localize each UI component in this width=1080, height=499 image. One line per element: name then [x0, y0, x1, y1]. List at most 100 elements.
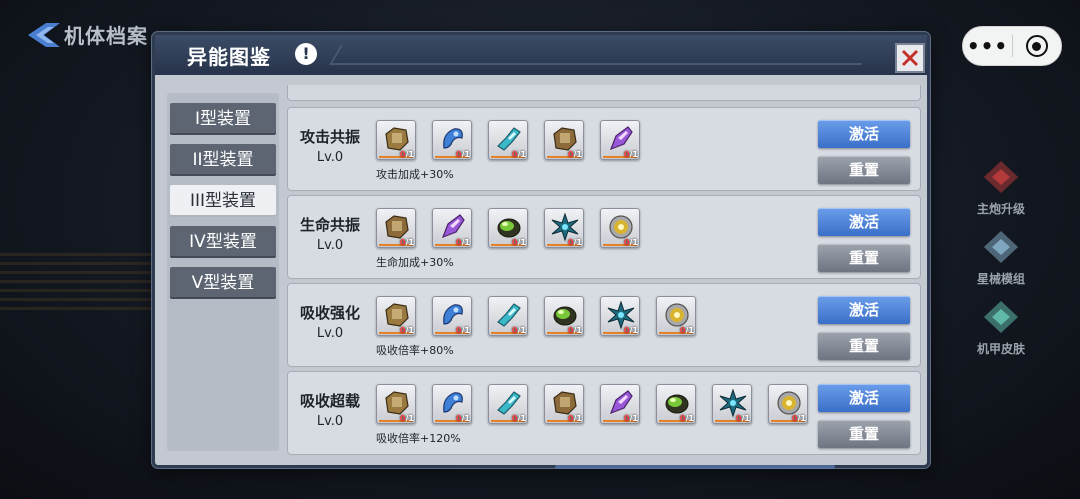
back-arrow-icon	[28, 22, 60, 47]
tab-device-type[interactable]: IV型装置	[170, 226, 276, 258]
close-icon	[901, 49, 919, 67]
device-item-slot[interactable]: 0/1	[432, 296, 472, 336]
device-item-slot[interactable]: 0/1	[600, 384, 640, 424]
device-item-slot[interactable]: 0/1	[544, 208, 584, 248]
item-required: /1	[461, 326, 471, 335]
item-count: 0/1	[456, 238, 470, 247]
device-item-slot[interactable]: 0/1	[432, 384, 472, 424]
activate-button[interactable]: 激活	[818, 120, 910, 148]
tab-device-type[interactable]: III型装置	[170, 185, 276, 217]
item-required: /1	[629, 238, 639, 247]
device-item-slot[interactable]: 0/1	[488, 120, 528, 160]
device-item-slot[interactable]: 0/1	[544, 296, 584, 336]
item-required: /1	[517, 238, 527, 247]
device-item-slot[interactable]: 0/1	[432, 120, 472, 160]
device-type-tabs: I型装置 II型装置 III型装置 IV型装置 V型装置	[167, 93, 279, 451]
item-count: 0/1	[568, 414, 582, 423]
module-icon	[983, 230, 1019, 264]
item-required: /1	[629, 414, 639, 423]
resonance-row: 吸收强化 Lv.0 0/1 0/1 0/1 0/1 0/1 0/1 吸收倍率+80% 激活…	[287, 283, 921, 367]
device-item-slot[interactable]: 0/1	[432, 208, 472, 248]
item-count: 0/1	[456, 326, 470, 335]
item-count: 0/1	[624, 238, 638, 247]
item-required: /1	[461, 150, 471, 159]
resonance-row: 攻击共振 Lv.0 0/1 0/1 0/1 0/1 0/1 攻击加成+30% 激活 重置	[287, 107, 921, 191]
side-menu-item[interactable]: 主炮升级	[966, 160, 1036, 217]
close-button[interactable]	[895, 43, 925, 73]
device-item-slot[interactable]: 0/1	[376, 208, 416, 248]
back-button[interactable]: 机体档案	[26, 20, 148, 49]
item-required: /1	[797, 414, 807, 423]
reset-button[interactable]: 重置	[818, 156, 910, 184]
tab-device-type[interactable]: II型装置	[170, 144, 276, 176]
device-item-slot[interactable]: 0/1	[376, 384, 416, 424]
item-required: /1	[573, 238, 583, 247]
resonance-name: 生命共振	[299, 216, 360, 234]
resonance-bonus: 生命加成+30%	[376, 256, 454, 269]
info-icon[interactable]: !	[295, 43, 317, 65]
item-required: /1	[405, 414, 415, 423]
device-item-slot[interactable]: 0/1	[376, 120, 416, 160]
side-menu-item[interactable]: 机甲皮肤	[966, 300, 1036, 357]
item-count: 0/1	[568, 238, 582, 247]
item-required: /1	[573, 326, 583, 335]
device-item-slot[interactable]: 0/1	[488, 384, 528, 424]
tab-device-type[interactable]: I型装置	[170, 103, 276, 135]
device-item-slot[interactable]: 0/1	[712, 384, 752, 424]
item-required: /1	[573, 414, 583, 423]
item-count: 0/1	[400, 414, 414, 423]
device-item-slot[interactable]: 0/1	[656, 296, 696, 336]
item-required: /1	[405, 326, 415, 335]
item-required: /1	[573, 150, 583, 159]
back-title: 机体档案	[64, 24, 148, 48]
item-required: /1	[685, 414, 695, 423]
activate-button[interactable]: 激活	[818, 208, 910, 236]
item-count: 0/1	[736, 414, 750, 423]
reset-button[interactable]: 重置	[818, 420, 910, 448]
device-item-slot[interactable]: 0/1	[488, 208, 528, 248]
resonance-bonus: 吸收倍率+120%	[376, 432, 461, 445]
resonance-list[interactable]: 攻击共振 Lv.0 0/1 0/1 0/1 0/1 0/1 攻击加成+30% 激活 重置…	[287, 85, 921, 465]
close-miniprogram-button[interactable]	[1013, 35, 1061, 57]
record-icon	[1025, 35, 1048, 57]
item-count: 0/1	[568, 150, 582, 159]
item-count: 0/1	[568, 326, 582, 335]
device-item-slot[interactable]: 0/1	[656, 384, 696, 424]
resonance-level: Lv.0	[316, 326, 344, 341]
device-item-slot[interactable]: 0/1	[544, 384, 584, 424]
device-item-slot[interactable]: 0/1	[376, 296, 416, 336]
panel-title: 异能图鉴	[187, 45, 271, 69]
required-items: 0/1 0/1 0/1 0/1 0/1	[376, 120, 656, 160]
device-item-slot[interactable]: 0/1	[544, 120, 584, 160]
item-count: 0/1	[624, 150, 638, 159]
header-decoration	[329, 45, 873, 65]
resonance-name: 攻击共振	[299, 128, 360, 146]
side-menu-item[interactable]: 星械模组	[966, 230, 1036, 287]
item-count: 0/1	[512, 238, 526, 247]
item-count: 0/1	[456, 414, 470, 423]
item-count: 0/1	[624, 326, 638, 335]
side-menu-label: 星械模组	[976, 272, 1025, 286]
item-required: /1	[629, 150, 639, 159]
activate-button[interactable]: 激活	[818, 296, 910, 324]
reset-button[interactable]: 重置	[818, 332, 910, 360]
resonance-level: Lv.0	[316, 414, 344, 429]
activate-button[interactable]: 激活	[818, 384, 910, 412]
item-count: 0/1	[680, 414, 694, 423]
item-count: 0/1	[680, 326, 694, 335]
tab-device-type[interactable]: V型装置	[170, 267, 276, 299]
side-menu-label: 机甲皮肤	[976, 342, 1025, 356]
device-item-slot[interactable]: 0/1	[600, 296, 640, 336]
reset-button[interactable]: 重置	[818, 244, 910, 272]
device-item-slot[interactable]: 0/1	[600, 120, 640, 160]
required-items: 0/1 0/1 0/1 0/1 0/1	[376, 208, 656, 248]
item-count: 0/1	[792, 414, 806, 423]
item-required: /1	[685, 326, 695, 335]
device-item-slot[interactable]: 0/1	[768, 384, 808, 424]
item-count: 0/1	[512, 150, 526, 159]
more-button[interactable]: •••	[963, 26, 1012, 66]
item-required: /1	[629, 326, 639, 335]
device-item-slot[interactable]: 0/1	[600, 208, 640, 248]
item-required: /1	[517, 326, 527, 335]
device-item-slot[interactable]: 0/1	[488, 296, 528, 336]
